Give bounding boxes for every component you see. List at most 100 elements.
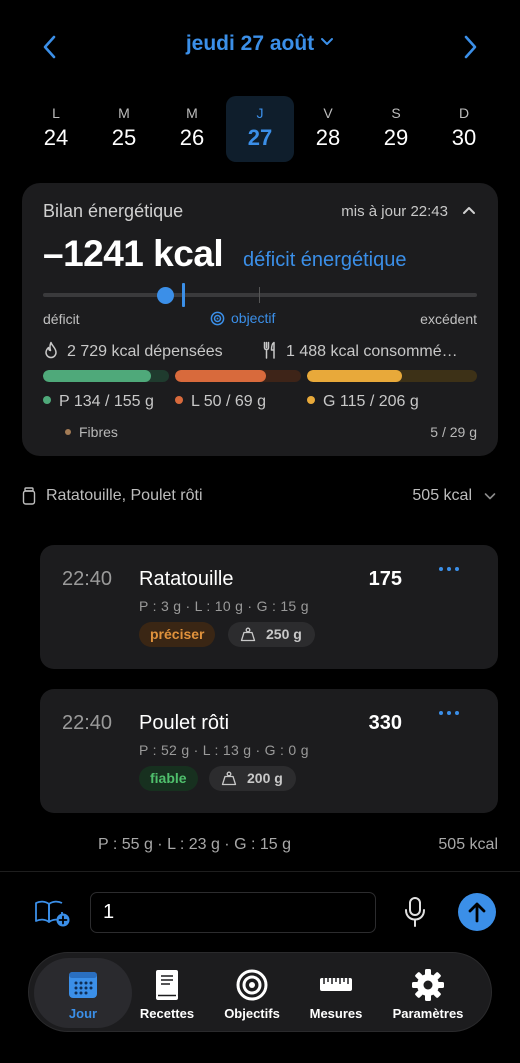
- fat-stat: L 50 / 69 g: [175, 393, 266, 411]
- weight-value: 250 g: [266, 626, 302, 642]
- energy-balance-card: Bilan énergétique mis à jour 22:43 –1241…: [22, 183, 498, 456]
- fibres-stat: Fibres: [65, 424, 118, 440]
- next-day-button[interactable]: [458, 34, 482, 60]
- fibres-label: Fibres: [79, 424, 118, 440]
- send-button[interactable]: [458, 893, 496, 931]
- calories-burned: 2 729 kcal dépensées: [43, 341, 223, 361]
- date-title: jeudi 27 août: [185, 32, 315, 55]
- jar-icon: [22, 487, 36, 505]
- day-number: 26: [179, 125, 205, 150]
- date-picker-button[interactable]: jeudi 27 août: [0, 32, 520, 56]
- meal-name: Ratatouille, Poulet rôti: [46, 487, 203, 504]
- chevron-up-icon[interactable]: [462, 205, 476, 215]
- weight-value: 200 g: [247, 770, 283, 786]
- tab-label: Mesures: [309, 1006, 363, 1021]
- protein-bar: [43, 370, 169, 382]
- weekday-letter: J: [256, 105, 264, 121]
- tab-parametres[interactable]: Paramètres: [384, 958, 472, 1028]
- day-number: 30: [451, 125, 477, 150]
- week-strip: L 24 M 25 M 26 J 27 V 28 S 29 D 30: [22, 96, 498, 162]
- tab-label: Paramètres: [392, 1006, 464, 1021]
- composer-divider: [0, 871, 520, 872]
- target-icon: [210, 311, 225, 326]
- gauge-label-deficit: déficit: [43, 311, 80, 327]
- tab-recettes[interactable]: Recettes: [132, 958, 202, 1028]
- energy-status: déficit énergétique: [243, 249, 407, 271]
- food-name: Poulet rôti: [139, 712, 230, 734]
- meal-kcal-summary: 505 kcal: [438, 836, 498, 853]
- carbs-bar-fill: [307, 370, 403, 382]
- flame-icon: [45, 341, 57, 359]
- fat-text: L 50 / 69 g: [191, 393, 267, 410]
- food-time: 22:40: [62, 568, 113, 590]
- protein-text: P 134 / 155 g: [59, 393, 154, 410]
- gauge-label-excess: excédent: [420, 311, 477, 327]
- more-options-icon[interactable]: [436, 559, 462, 579]
- fibres-dot: [65, 429, 71, 435]
- carbs-text: G 115 / 206 g: [323, 393, 419, 410]
- protein-stat: P 134 / 155 g: [43, 393, 154, 411]
- objective-marker: [182, 283, 185, 307]
- protein-dot: [43, 396, 51, 404]
- food-name: Ratatouille: [139, 568, 234, 590]
- chevron-down-icon: [484, 493, 496, 500]
- add-recipe-book-icon[interactable]: [34, 896, 72, 928]
- confidence-tag[interactable]: fiable: [139, 766, 198, 791]
- fat-bar: [175, 370, 301, 382]
- chevron-right-icon: [464, 35, 477, 59]
- food-entry[interactable]: 22:40 Poulet rôti 330 P : 52 g · L : 13 …: [40, 689, 498, 813]
- meal-group-header[interactable]: Ratatouille, Poulet rôti 505 kcal: [22, 486, 498, 508]
- week-day[interactable]: M 26: [158, 96, 226, 162]
- microphone-icon[interactable]: [403, 896, 427, 928]
- carbs-bar: [307, 370, 477, 382]
- meal-macros-summary: P : 55 g · L : 23 g · G : 15 g: [98, 836, 291, 853]
- book-icon: [156, 970, 178, 1000]
- balance-gauge-track: [43, 293, 477, 297]
- arrow-up-icon: [468, 902, 486, 923]
- food-macros: P : 3 g · L : 10 g · G : 15 g: [139, 598, 309, 614]
- date-header: jeudi 27 août: [0, 22, 520, 72]
- food-macros: P : 52 g · L : 13 g · G : 0 g: [139, 742, 309, 758]
- carbs-stat: G 115 / 206 g: [307, 393, 419, 411]
- ruler-icon: [320, 978, 352, 991]
- calories-consumed: 1 488 kcal consommé…: [262, 341, 480, 361]
- food-entry[interactable]: 22:40 Ratatouille 175 P : 3 g · L : 10 g…: [40, 545, 498, 669]
- day-number: 28: [315, 125, 341, 150]
- tab-jour[interactable]: Jour: [34, 958, 132, 1028]
- week-day[interactable]: V 28: [294, 96, 362, 162]
- fat-bar-fill: [175, 370, 266, 382]
- consumed-text: 1 488 kcal consommé…: [286, 343, 458, 360]
- food-time: 22:40: [62, 712, 113, 734]
- tab-label: Recettes: [139, 1006, 195, 1021]
- week-day[interactable]: M 25: [90, 96, 158, 162]
- weight-tag[interactable]: 200 g: [209, 766, 296, 791]
- fat-dot: [175, 396, 183, 404]
- last-updated: mis à jour 22:43: [341, 203, 448, 220]
- tab-label: Objectifs: [224, 1006, 280, 1021]
- protein-bar-fill: [43, 370, 152, 382]
- balance-gauge-marker: [157, 287, 174, 304]
- week-day[interactable]: L 24: [22, 96, 90, 162]
- weekday-letter: M: [118, 105, 130, 121]
- food-entry-input[interactable]: [90, 892, 376, 933]
- more-options-icon[interactable]: [436, 703, 462, 723]
- weight-tag[interactable]: 250 g: [228, 622, 315, 647]
- weight-scale-icon: [240, 627, 256, 642]
- weekday-letter: S: [391, 105, 401, 121]
- energy-balance-value: –1241 kcal: [43, 233, 224, 274]
- week-day[interactable]: D 30: [430, 96, 498, 162]
- week-day[interactable]: S 29: [362, 96, 430, 162]
- confidence-tag[interactable]: préciser: [139, 622, 216, 647]
- burned-text: 2 729 kcal dépensées: [67, 343, 223, 360]
- tab-mesures[interactable]: Mesures: [301, 958, 371, 1028]
- weekday-letter: M: [186, 105, 198, 121]
- card-title: Bilan énergétique: [43, 201, 184, 221]
- weekday-letter: V: [323, 105, 333, 121]
- tab-objectifs[interactable]: Objectifs: [212, 958, 292, 1028]
- fibres-value: 5 / 29 g: [430, 424, 477, 440]
- carbs-dot: [307, 396, 315, 404]
- fork-knife-icon: [263, 341, 275, 359]
- week-day-selected[interactable]: J 27: [226, 96, 294, 162]
- tab-label: Jour: [68, 1006, 98, 1021]
- gauge-center-tick: [259, 287, 260, 303]
